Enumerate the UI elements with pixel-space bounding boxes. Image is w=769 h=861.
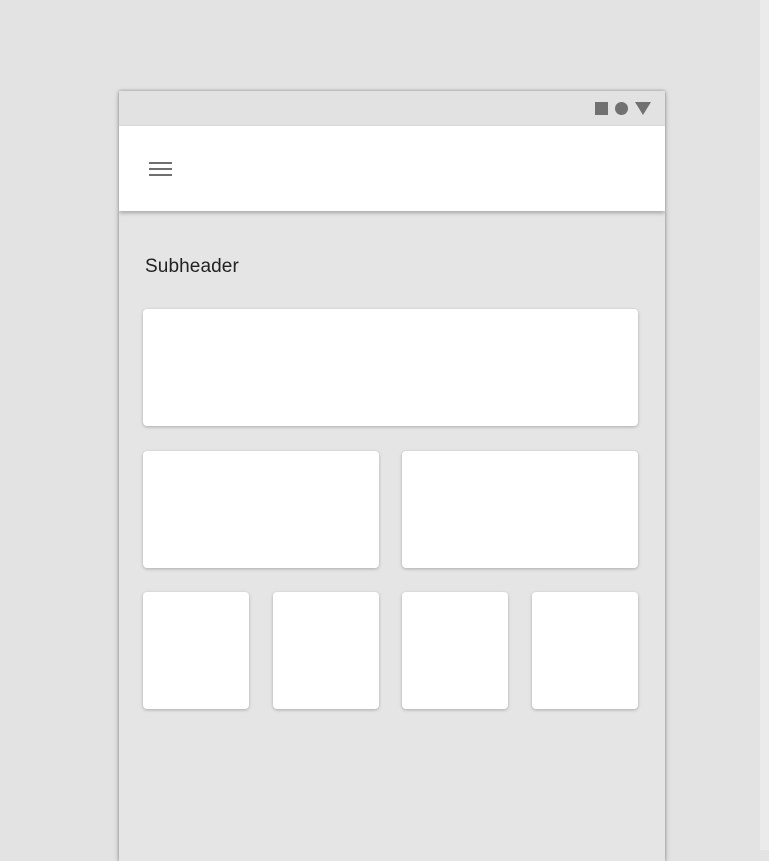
subheader: Subheader bbox=[145, 256, 239, 277]
square-icon bbox=[595, 101, 608, 115]
status-bar bbox=[119, 91, 665, 126]
circle-icon bbox=[615, 101, 628, 115]
card-quarter-2[interactable] bbox=[273, 592, 379, 709]
card-half-left[interactable] bbox=[143, 451, 379, 568]
card-half-right[interactable] bbox=[402, 451, 638, 568]
app-bar bbox=[119, 126, 665, 211]
menu-icon-line bbox=[149, 162, 172, 164]
hamburger-menu-icon bbox=[149, 162, 172, 177]
menu-icon-line bbox=[149, 174, 172, 176]
card-quarter-1[interactable] bbox=[143, 592, 249, 709]
status-icons bbox=[595, 101, 651, 115]
menu-button[interactable] bbox=[141, 150, 179, 188]
page-edge-strip bbox=[760, 0, 769, 850]
card-quarter-3[interactable] bbox=[402, 592, 508, 709]
card-full-width[interactable] bbox=[143, 309, 638, 426]
triangle-icon bbox=[635, 101, 651, 115]
card-quarter-4[interactable] bbox=[532, 592, 638, 709]
phone-frame: Subheader bbox=[119, 91, 665, 861]
menu-icon-line bbox=[149, 168, 172, 170]
